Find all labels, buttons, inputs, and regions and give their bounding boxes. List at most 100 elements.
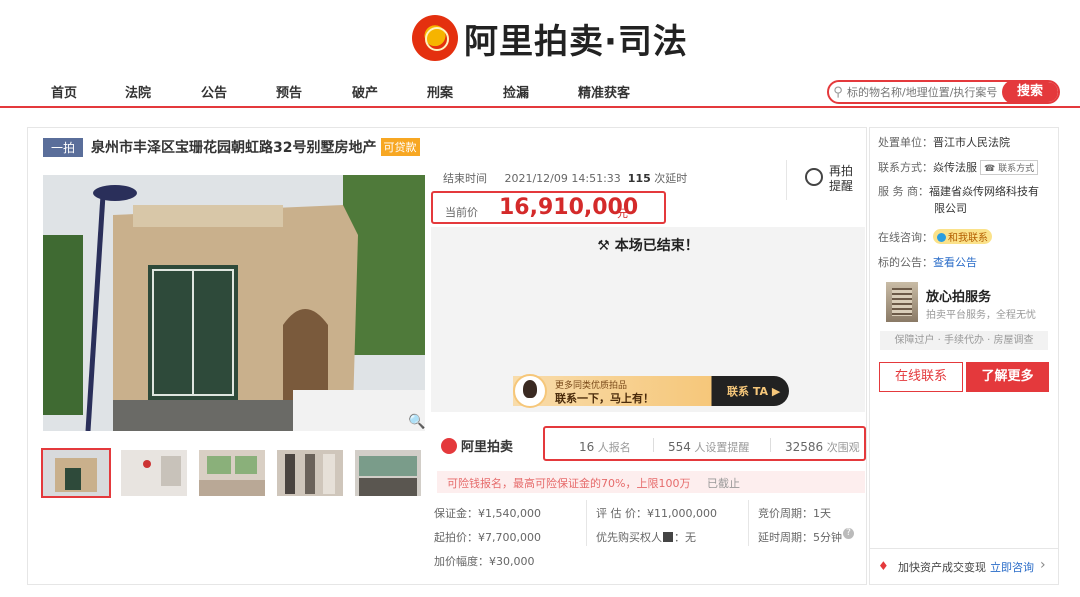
reminder-count: 554 xyxy=(668,440,691,454)
consult-label: 在线咨询： xyxy=(878,231,933,244)
end-time-row: 结束时间 2021/12/09 14:51:33 115 次延时 xyxy=(443,170,687,186)
thumbnail[interactable] xyxy=(41,448,111,498)
notice-closed: 已截止 xyxy=(707,477,740,490)
thumbnail-image xyxy=(121,450,187,496)
remind-button[interactable]: 再拍提醒 xyxy=(786,160,856,200)
nav-item-bargain[interactable]: 捡漏 xyxy=(503,82,529,101)
signup-count: 16 xyxy=(579,440,595,454)
thumbnail[interactable] xyxy=(121,450,187,496)
consult-row: 在线咨询： 和我联系 xyxy=(878,229,992,245)
appraisal-info: 评 估 价：¥11,000,000 xyxy=(596,507,717,520)
clock-icon xyxy=(805,168,823,186)
notice-text: 可险钱报名，最高可险保证金的70%，上限100万 xyxy=(447,477,691,490)
nav-item-precise[interactable]: 精准获客 xyxy=(578,82,630,101)
deposit-info: 保证金：¥1,540,000 xyxy=(434,507,541,520)
priority-info: 优先购买权人 ：无 xyxy=(596,529,696,545)
announcement-label: 标的公告： xyxy=(878,256,933,269)
service-tags: 保障过户 · 手续代办 · 房屋调查 xyxy=(880,331,1048,350)
consult-now-link[interactable]: 立即咨询 xyxy=(990,559,1034,575)
nav-item-notice[interactable]: 公告 xyxy=(201,82,227,101)
disposal-unit-row: 处置单位：晋江市人民法院 xyxy=(878,134,1010,150)
delay-count: 115 xyxy=(627,172,651,185)
service-subtitle: 拍卖平台服务，全程无忧 xyxy=(926,310,1036,321)
disposal-unit-label: 处置单位： xyxy=(878,136,933,149)
view-announcement-link[interactable]: 查看公告 xyxy=(933,256,977,269)
search-bar: ⚲ 搜索 xyxy=(827,80,1060,104)
ali-auction-icon xyxy=(441,437,457,454)
stats-box: 16 人报名 554 人设置提醒 32586 次围观 xyxy=(543,426,866,461)
search-input[interactable] xyxy=(847,82,1002,102)
auction-ended-text: 本场已结束！ xyxy=(614,238,699,254)
signup-label: 人报名 xyxy=(597,441,631,454)
round-tag: 一拍 xyxy=(43,137,84,157)
thumbnail-image xyxy=(277,450,343,496)
ali-auction-text: 阿里拍卖 xyxy=(461,440,514,455)
contact-ta-button[interactable]: 联系 TA ▶ xyxy=(727,383,780,399)
chevron-right-icon: › xyxy=(1040,557,1046,573)
deposit-loan-notice: 可险钱报名，最高可险保证金的70%，上限100万 已截止 xyxy=(437,471,865,493)
contact-banner[interactable]: 更多同类优质拍品 联系一下，马上有！ 联系 TA ▶ xyxy=(431,368,865,412)
consult-footer-text: 加快资产成交变现 xyxy=(898,561,986,574)
gavel-icon: ⚒ xyxy=(597,238,610,254)
price-label: 当前价 xyxy=(445,206,478,219)
end-time-value: 2021/12/09 14:51:33 xyxy=(504,172,621,185)
thumbnail[interactable] xyxy=(277,450,343,496)
ali-auction-logo: 阿里拍卖 xyxy=(441,436,513,455)
priority-label: 优先购买权人 xyxy=(596,531,662,544)
nav-item-home[interactable]: 首页 xyxy=(51,82,77,101)
chat-badge[interactable]: 和我联系 xyxy=(933,229,992,244)
view-label: 次围观 xyxy=(826,441,860,454)
listing-title-text: 泉州市丰泽区宝珊花园朝虹路32号别墅房地产 xyxy=(91,140,377,156)
service-line-2: 限公司 xyxy=(934,202,967,215)
info-divider xyxy=(586,500,587,546)
search-button[interactable]: 搜索 xyxy=(1002,82,1058,102)
online-contact-button[interactable]: 在线联系 xyxy=(879,362,963,392)
main-photo[interactable] xyxy=(43,175,425,431)
consult-icon: ♦ xyxy=(878,559,889,573)
help-icon[interactable]: ? xyxy=(843,528,854,539)
loan-tag: 可贷款 xyxy=(380,138,420,156)
thumbnail[interactable] xyxy=(199,450,265,496)
stat-divider xyxy=(653,438,654,452)
listing-title: 一拍 泉州市丰泽区宝珊花园朝虹路32号别墅房地产 可贷款 xyxy=(43,137,420,157)
contact-badge[interactable]: ☎ 联系方式 xyxy=(980,160,1039,175)
thumbnail[interactable] xyxy=(355,450,421,496)
nav-item-criminal[interactable]: 刑案 xyxy=(427,82,453,101)
thumbnail-image xyxy=(355,450,421,496)
cycle-info: 竞价周期：1天 xyxy=(758,507,831,520)
site-logo[interactable]: 阿里拍卖·司法 xyxy=(412,10,688,66)
zoom-icon[interactable]: 🔍 xyxy=(408,414,425,430)
consult-footer[interactable]: ♦ 加快资产成交变现 立即咨询 › xyxy=(870,548,1058,584)
service-row-cont: 限公司 xyxy=(934,200,967,216)
signup-stat: 16 人报名 xyxy=(579,439,631,455)
reminder-label: 人设置提醒 xyxy=(694,441,750,454)
court-emblem-icon xyxy=(412,15,458,61)
logo-text: 阿里拍卖·司法 xyxy=(464,21,688,62)
stat-divider xyxy=(770,438,771,452)
nav-item-bankruptcy[interactable]: 破产 xyxy=(352,82,378,101)
start-price-info: 起拍价：¥7,700,000 xyxy=(434,531,541,544)
priority-value: ：无 xyxy=(674,531,696,544)
remind-label: 再拍提醒 xyxy=(829,164,854,193)
learn-more-button[interactable]: 了解更多 xyxy=(966,362,1049,392)
contact-label: 联系方式： xyxy=(878,161,933,174)
delay-cycle-info: 延时周期：5分钟 xyxy=(758,531,842,544)
delay-label: 次延时 xyxy=(654,172,688,185)
reminder-stat: 554 人设置提醒 xyxy=(668,439,749,455)
current-price-box: 当前价 16,910,000 元 xyxy=(431,191,666,224)
agent-avatar xyxy=(513,374,547,408)
end-time-label: 结束时间 xyxy=(443,172,487,185)
auction-ended-message: ⚒ 本场已结束！ xyxy=(431,235,865,255)
nav-item-preview[interactable]: 预告 xyxy=(276,82,302,101)
priority-help-icon[interactable] xyxy=(663,532,673,542)
service-row: 服 务 商：福建省焱传网络科技有 xyxy=(878,184,1039,200)
view-stat: 32586 次围观 xyxy=(785,439,860,455)
info-divider xyxy=(748,500,749,546)
building-icon xyxy=(886,282,918,322)
contact-row: 联系方式：焱传法服 ☎ 联系方式 xyxy=(878,159,1039,175)
nav-item-court[interactable]: 法院 xyxy=(125,82,151,101)
service-title: 放心拍服务 xyxy=(926,290,992,305)
thumbnail-strip xyxy=(41,448,433,498)
disposal-unit: 晋江市人民法院 xyxy=(933,136,1010,149)
service-label: 服 务 商： xyxy=(878,185,929,198)
